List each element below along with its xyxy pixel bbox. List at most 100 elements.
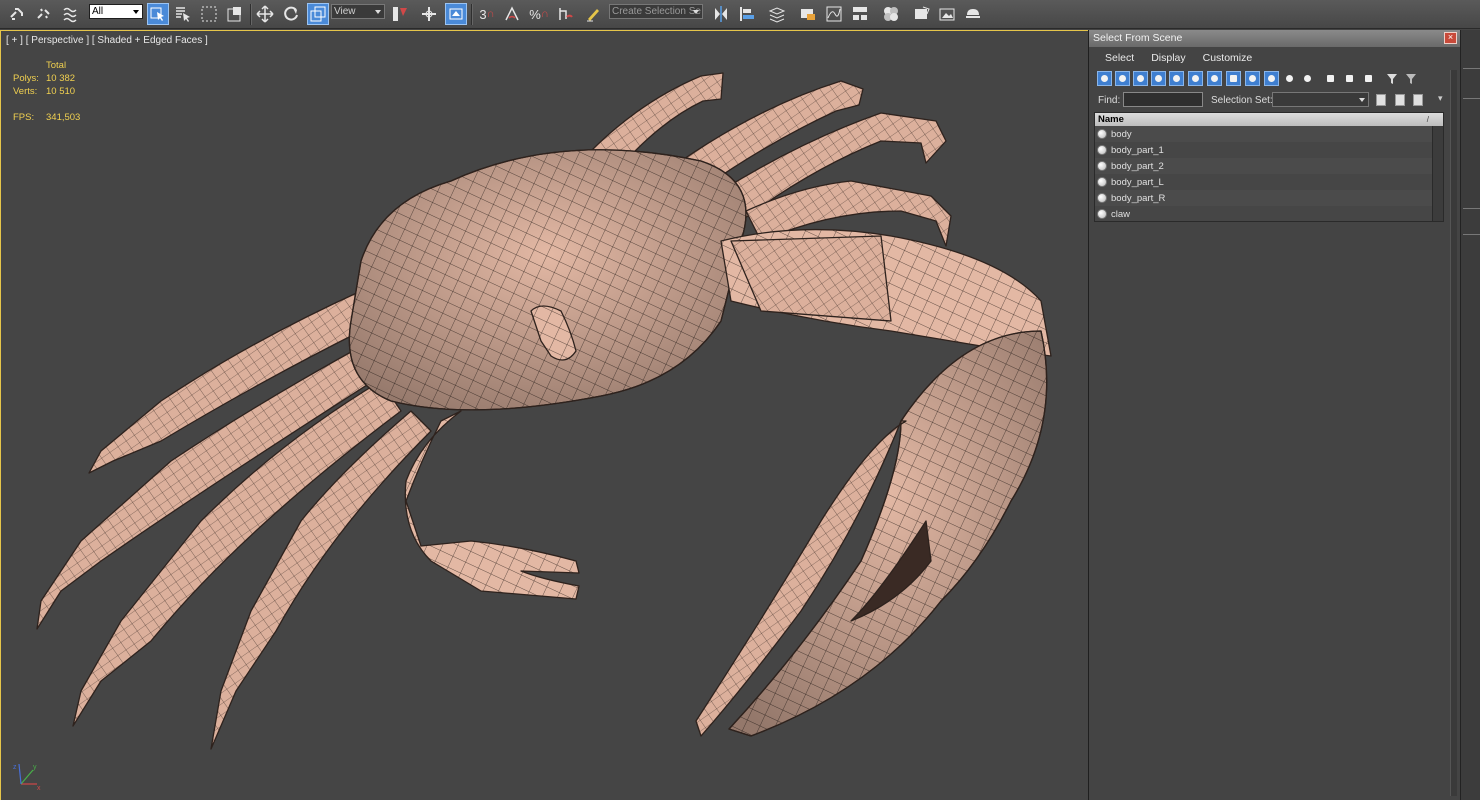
find-input[interactable] xyxy=(1123,92,1203,107)
object-name: body_part_R xyxy=(1111,192,1166,204)
menu-select[interactable]: Select xyxy=(1105,52,1134,64)
render-setup-icon[interactable] xyxy=(911,3,933,25)
selection-filter-dropdown[interactable]: All xyxy=(89,4,143,19)
close-button[interactable]: × xyxy=(1444,32,1457,44)
move-icon[interactable] xyxy=(254,3,276,25)
display-containers-icon[interactable] xyxy=(1264,71,1279,86)
viewport-label[interactable]: [ + ] [ Perspective ] [ Shaded + Edged F… xyxy=(6,35,208,46)
display-geometry-icon[interactable] xyxy=(1097,71,1112,86)
display-lights-icon[interactable] xyxy=(1133,71,1148,86)
selection-set-label: Selection Set: xyxy=(1211,95,1273,106)
find-row: Find: Selection Set: ▾ xyxy=(1089,89,1460,111)
dialog-title-bar[interactable]: Select From Scene × xyxy=(1089,30,1460,47)
add-to-selection-set-icon[interactable] xyxy=(1395,94,1405,106)
display-frozen-icon[interactable] xyxy=(1282,71,1297,86)
dialog-title: Select From Scene xyxy=(1093,32,1183,44)
toolbar-separator xyxy=(471,4,473,25)
remove-from-selection-set-icon[interactable] xyxy=(1413,94,1423,106)
select-by-name-icon[interactable] xyxy=(172,3,194,25)
menu-customize[interactable]: Customize xyxy=(1203,52,1253,64)
display-none-icon[interactable] xyxy=(1342,71,1357,86)
selection-set-dropdown[interactable] xyxy=(1272,92,1369,107)
window-crossing-icon[interactable] xyxy=(224,3,246,25)
main-toolbar: All View 3 ∩ % ∩ Create Selection Se xyxy=(0,0,1480,29)
verts-value: 10 510 xyxy=(46,86,76,97)
polys-label: Polys: xyxy=(13,73,39,84)
list-scrollbar[interactable] xyxy=(1432,126,1443,221)
link-icon[interactable] xyxy=(6,3,28,25)
percent-snap-icon[interactable]: % ∩ xyxy=(528,3,550,25)
select-manipulate-icon[interactable] xyxy=(418,3,440,25)
axis-z-label: z xyxy=(13,764,17,771)
verts-label: Verts: xyxy=(13,86,38,97)
display-invert-icon[interactable] xyxy=(1361,71,1376,86)
name-column-header[interactable]: Name / xyxy=(1095,113,1443,126)
polys-value: 10 382 xyxy=(46,73,76,84)
named-selection-dropdown[interactable]: Create Selection Se xyxy=(609,4,703,19)
scale-icon[interactable] xyxy=(307,3,329,25)
pivot-point-icon[interactable] xyxy=(389,3,411,25)
axis-x-label: x xyxy=(37,785,41,792)
fps-value: 341,503 xyxy=(46,112,81,123)
list-item[interactable]: body_part_L xyxy=(1095,174,1443,190)
curve-editor-icon[interactable] xyxy=(823,3,845,25)
perspective-viewport[interactable]: [ + ] [ Perspective ] [ Shaded + Edged F… xyxy=(0,30,1088,800)
display-shapes-icon[interactable] xyxy=(1115,71,1130,86)
list-item[interactable]: body_part_2 xyxy=(1095,158,1443,174)
menu-display[interactable]: Display xyxy=(1151,52,1185,64)
filter-icon[interactable] xyxy=(1384,71,1399,86)
rotate-icon[interactable] xyxy=(280,3,302,25)
schematic-view-icon[interactable] xyxy=(849,3,871,25)
command-panel-edge xyxy=(1460,30,1480,800)
geometry-icon xyxy=(1097,145,1107,155)
statistics-overlay: Total Polys: 10 382 Verts: 10 510 FPS: 341,… xyxy=(13,59,80,124)
object-rows: body body_part_1 body_part_2 body_part_Lbod… xyxy=(1095,126,1443,222)
layer-manager-icon[interactable] xyxy=(766,3,788,25)
display-helpers-icon[interactable] xyxy=(1169,71,1184,86)
crab-mesh[interactable] xyxy=(1,31,1088,800)
display-xrefs-icon[interactable] xyxy=(1226,71,1241,86)
axis-tripod-icon: x y z xyxy=(13,763,41,792)
scene-object-list: Name / body body_part_1 body_part_2 body_pa… xyxy=(1094,112,1444,222)
keyboard-shortcut-override-icon[interactable] xyxy=(445,3,467,25)
dialog-toolbar xyxy=(1089,69,1460,89)
graphite-ribbon-icon[interactable] xyxy=(797,3,819,25)
find-label: Find: xyxy=(1098,95,1121,106)
list-item[interactable]: body_part_R xyxy=(1095,190,1443,206)
snaps-toggle-icon[interactable]: 3 ∩ xyxy=(476,3,498,25)
filter-settings-icon[interactable] xyxy=(1403,71,1418,86)
list-item[interactable]: claw xyxy=(1095,206,1443,222)
rendered-frame-window-icon[interactable] xyxy=(936,3,958,25)
display-all-icon[interactable] xyxy=(1323,71,1338,86)
rectangular-selection-icon[interactable] xyxy=(198,3,220,25)
display-hidden-icon[interactable] xyxy=(1300,71,1315,86)
select-object-icon[interactable] xyxy=(147,3,169,25)
display-bones-icon[interactable] xyxy=(1245,71,1260,86)
render-production-icon[interactable] xyxy=(962,3,984,25)
object-name: body_part_L xyxy=(1111,176,1164,188)
object-name: body_part_1 xyxy=(1111,144,1164,156)
dialog-scrollbar[interactable] xyxy=(1450,70,1457,796)
reference-coordinate-dropdown[interactable]: View xyxy=(331,4,385,19)
find-options-chevron-icon[interactable]: ▾ xyxy=(1438,93,1443,104)
list-item[interactable]: body xyxy=(1095,126,1443,142)
mirror-icon[interactable] xyxy=(710,3,732,25)
toolbar-separator xyxy=(250,4,252,25)
spinner-snap-icon[interactable] xyxy=(554,3,576,25)
material-editor-icon[interactable] xyxy=(880,3,902,25)
edit-named-selection-icon[interactable] xyxy=(583,3,605,25)
angle-snap-icon[interactable] xyxy=(501,3,523,25)
display-space-warps-icon[interactable] xyxy=(1188,71,1203,86)
geometry-icon xyxy=(1097,177,1107,187)
fps-label: FPS: xyxy=(13,112,35,123)
create-selection-set-icon[interactable] xyxy=(1376,94,1386,106)
geometry-icon xyxy=(1097,129,1107,139)
align-icon[interactable] xyxy=(736,3,758,25)
unlink-icon[interactable] xyxy=(33,3,55,25)
display-cameras-icon[interactable] xyxy=(1151,71,1166,86)
display-groups-icon[interactable] xyxy=(1207,71,1222,86)
stats-header: Total xyxy=(46,60,67,71)
bind-to-space-warp-icon[interactable] xyxy=(60,3,82,25)
object-name: body_part_2 xyxy=(1111,160,1164,172)
list-item[interactable]: body_part_1 xyxy=(1095,142,1443,158)
